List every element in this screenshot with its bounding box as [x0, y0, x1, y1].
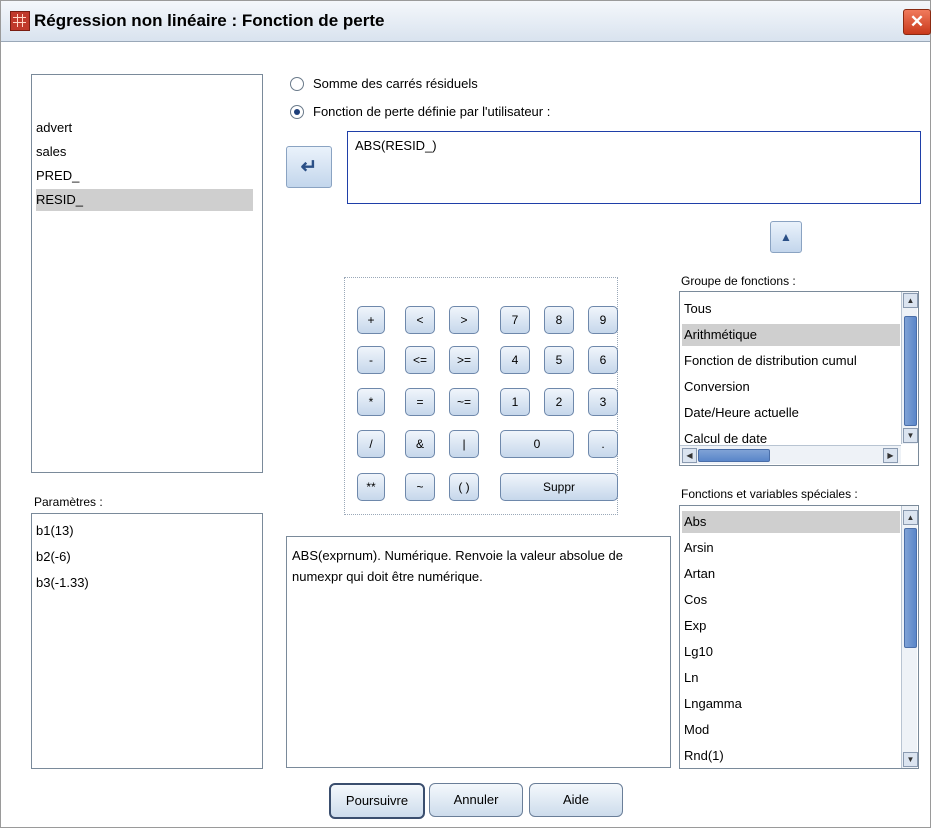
special-functions-list[interactable]: Abs Arsin Artan Cos Exp Lg10 Ln Lngamma … [679, 505, 919, 769]
special-function-item[interactable]: Ln [684, 667, 698, 689]
function-description: ABS(exprnum). Numérique. Renvoie la vale… [286, 536, 671, 768]
key-delete[interactable]: Suppr [500, 473, 618, 501]
function-group-label: Groupe de fonctions : [681, 274, 796, 288]
parameter-item[interactable]: b3(-1.33) [36, 572, 89, 594]
scroll-down-arrow[interactable]: ▼ [903, 428, 918, 443]
parameters-label: Paramètres : [34, 495, 103, 509]
special-function-item[interactable]: Arsin [684, 537, 714, 559]
function-group-item[interactable]: Tous [684, 298, 711, 320]
function-group-item[interactable]: Date/Heure actuelle [684, 402, 799, 424]
key-8[interactable]: 8 [544, 306, 574, 334]
scroll-down-arrow[interactable]: ▼ [903, 752, 918, 767]
variable-list[interactable]: advert sales PRED_ RESID_ [31, 74, 263, 473]
user-loss-radio[interactable] [290, 105, 304, 119]
key-decimal[interactable]: . [588, 430, 618, 458]
function-group-item-selected[interactable]: Arithmétique [682, 324, 900, 346]
function-group-vscroll[interactable]: ▲ ▼ [901, 292, 918, 444]
key-multiply[interactable]: * [357, 388, 385, 416]
key-plus[interactable]: + [357, 306, 385, 334]
nonlinear-regression-loss-dialog: Régression non linéaire : Fonction de pe… [0, 0, 931, 828]
function-group-hscroll[interactable]: ◀ ▶ [680, 445, 901, 464]
title-bar[interactable]: Régression non linéaire : Fonction de pe… [1, 1, 931, 42]
key-and[interactable]: & [405, 430, 435, 458]
continue-button[interactable]: Poursuivre [329, 783, 425, 819]
key-less-equal[interactable]: <= [405, 346, 435, 374]
special-function-item[interactable]: Mod [684, 719, 709, 741]
user-loss-label[interactable]: Fonction de perte définie par l'utilisat… [313, 104, 550, 119]
special-function-item[interactable]: Exp [684, 615, 706, 637]
special-function-item[interactable]: Lg10 [684, 641, 713, 663]
key-9[interactable]: 9 [588, 306, 618, 334]
sum-of-squares-label[interactable]: Somme des carrés résiduels [313, 76, 478, 91]
loss-expression-field[interactable]: ABS(RESID_) [347, 131, 921, 204]
loss-expression-text: ABS(RESID_) [355, 138, 437, 153]
calculator-keypad: + < > 7 8 9 - <= >= 4 5 6 * = ~= 1 2 3 /… [344, 277, 618, 515]
key-minus[interactable]: - [357, 346, 385, 374]
close-button[interactable]: ✕ [903, 9, 931, 35]
variable-item[interactable]: advert [36, 117, 258, 139]
variable-item[interactable]: sales [36, 141, 258, 163]
function-group-item[interactable]: Conversion [684, 376, 750, 398]
key-4[interactable]: 4 [500, 346, 530, 374]
key-or[interactable]: | [449, 430, 479, 458]
key-power[interactable]: ** [357, 473, 385, 501]
cancel-button[interactable]: Annuler [429, 783, 523, 817]
key-not[interactable]: ~ [405, 473, 435, 501]
transfer-arrow-button[interactable]: ↵ [286, 146, 332, 188]
parameter-item[interactable]: b1(13) [36, 520, 74, 542]
scroll-thumb[interactable] [904, 528, 917, 648]
key-less-than[interactable]: < [405, 306, 435, 334]
key-7[interactable]: 7 [500, 306, 530, 334]
scroll-left-arrow[interactable]: ◀ [682, 448, 697, 463]
special-function-item-selected[interactable]: Abs [682, 511, 900, 533]
radio-selected-dot [294, 109, 300, 115]
key-5[interactable]: 5 [544, 346, 574, 374]
key-equal[interactable]: = [405, 388, 435, 416]
key-0[interactable]: 0 [500, 430, 574, 458]
scroll-right-arrow[interactable]: ▶ [883, 448, 898, 463]
up-arrow-button[interactable]: ▲ [770, 221, 802, 253]
key-2[interactable]: 2 [544, 388, 574, 416]
key-1[interactable]: 1 [500, 388, 530, 416]
scroll-up-arrow[interactable]: ▲ [903, 510, 918, 525]
scroll-thumb[interactable] [698, 449, 770, 462]
parameter-item[interactable]: b2(-6) [36, 546, 71, 568]
variable-item-selected[interactable]: RESID_ [36, 189, 253, 211]
special-function-item[interactable]: Rnd(1) [684, 745, 724, 765]
key-greater-equal[interactable]: >= [449, 346, 479, 374]
parameters-list[interactable]: b1(13) b2(-6) b3(-1.33) [31, 513, 263, 769]
key-divide[interactable]: / [357, 430, 385, 458]
special-function-item[interactable]: Cos [684, 589, 707, 611]
function-group-item[interactable]: Fonction de distribution cumul [684, 350, 896, 372]
key-not-equal[interactable]: ~= [449, 388, 479, 416]
window-title: Régression non linéaire : Fonction de pe… [34, 11, 385, 30]
function-description-text: ABS(exprnum). Numérique. Renvoie la vale… [292, 548, 623, 584]
key-6[interactable]: 6 [588, 346, 618, 374]
sum-of-squares-radio[interactable] [290, 77, 304, 91]
help-button[interactable]: Aide [529, 783, 623, 817]
variable-item[interactable]: PRED_ [36, 165, 258, 187]
scroll-thumb[interactable] [904, 316, 917, 426]
key-greater-than[interactable]: > [449, 306, 479, 334]
function-group-list[interactable]: Tous Arithmétique Fonction de distributi… [679, 291, 919, 466]
special-function-item[interactable]: Artan [684, 563, 715, 585]
function-group-item[interactable]: Calcul de date [684, 428, 767, 444]
scroll-up-arrow[interactable]: ▲ [903, 293, 918, 308]
special-functions-vscroll[interactable]: ▲ ▼ [901, 506, 918, 768]
spss-data-icon [10, 11, 30, 31]
special-function-item[interactable]: Lngamma [684, 693, 742, 715]
key-parentheses[interactable]: ( ) [449, 473, 479, 501]
key-3[interactable]: 3 [588, 388, 618, 416]
special-functions-label: Fonctions et variables spéciales : [681, 487, 858, 501]
